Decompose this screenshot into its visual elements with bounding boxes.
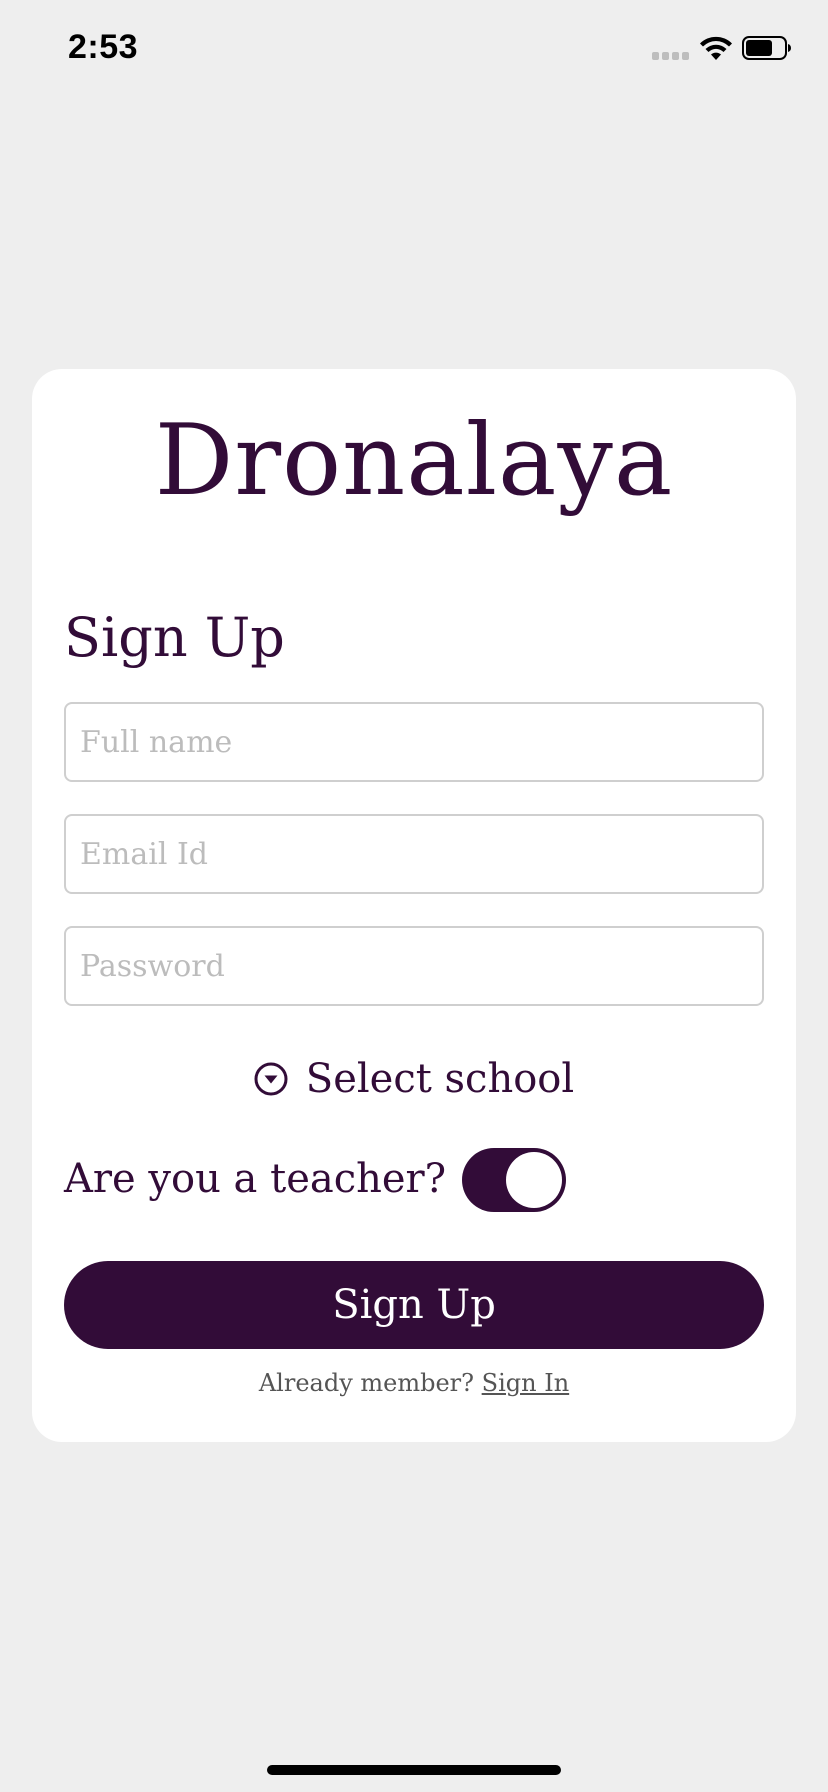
teacher-question-label: Are you a teacher?	[64, 1156, 447, 1202]
password-input[interactable]	[64, 926, 764, 1006]
battery-icon	[742, 36, 791, 60]
brand-title: Dronalaya	[154, 404, 674, 518]
form-heading: Sign Up	[64, 606, 285, 669]
signin-prompt: Already member?	[258, 1369, 482, 1397]
sign-in-link[interactable]: Sign In	[482, 1369, 570, 1397]
email-input[interactable]	[64, 814, 764, 894]
full-name-input[interactable]	[64, 702, 764, 782]
signal-icon	[652, 52, 690, 62]
signup-card: Dronalaya Sign Up Select school Are you …	[32, 369, 796, 1442]
teacher-row: Are you a teacher?	[64, 1148, 764, 1214]
signin-row: Already member? Sign In	[32, 1369, 796, 1397]
school-picker-label: Select school	[305, 1056, 575, 1102]
status-time: 2:53	[68, 28, 139, 66]
wifi-icon	[700, 36, 732, 60]
school-picker[interactable]: Select school	[32, 1049, 796, 1109]
status-bar: 2:53	[0, 0, 828, 100]
home-indicator[interactable]	[267, 1765, 561, 1775]
circle-chevron-down-icon	[254, 1062, 288, 1096]
sign-up-button[interactable]: Sign Up	[64, 1261, 764, 1349]
teacher-toggle-knob	[506, 1152, 562, 1208]
teacher-toggle[interactable]	[462, 1148, 566, 1212]
